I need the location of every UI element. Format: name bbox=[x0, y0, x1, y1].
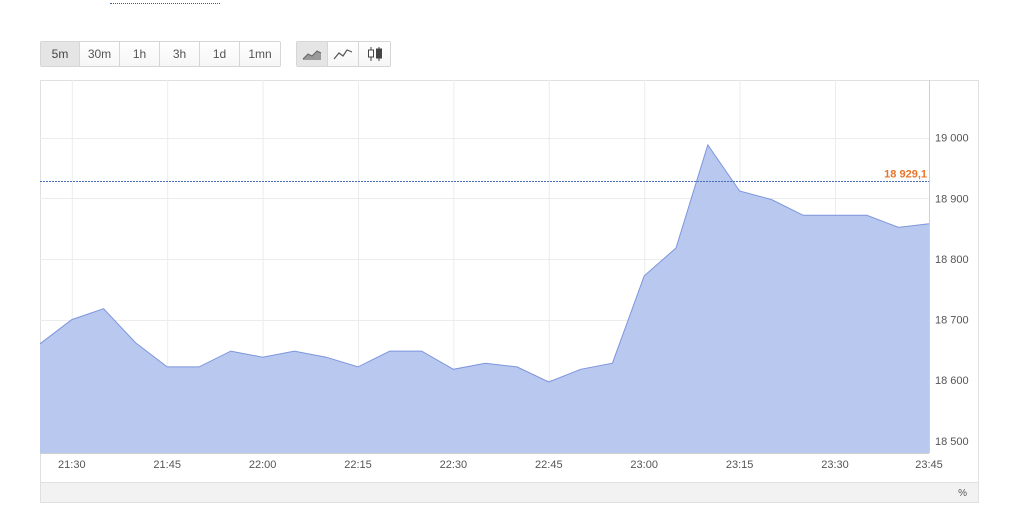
chart-type-selector bbox=[296, 41, 391, 67]
price-chart: 18 929,1 18 500 18 600 18 700 18 800 18 900 19… bbox=[39, 80, 979, 503]
x-tick-label: 23:15 bbox=[726, 459, 754, 471]
range-button-3h[interactable]: 3h bbox=[160, 42, 200, 66]
x-tick-label: 23:00 bbox=[630, 459, 658, 471]
y-tick-label: 18 800 bbox=[935, 254, 969, 266]
x-tick-label: 22:15 bbox=[344, 459, 372, 471]
range-button-1mn[interactable]: 1mn bbox=[240, 42, 280, 66]
x-tick-label: 22:45 bbox=[535, 459, 563, 471]
x-tick-label: 21:45 bbox=[153, 459, 181, 471]
navigator-strip bbox=[40, 482, 979, 503]
reference-label: 18 929,1 bbox=[884, 169, 927, 181]
top-link-underline[interactable] bbox=[110, 0, 220, 4]
range-button-1d[interactable]: 1d bbox=[200, 42, 240, 66]
percent-label: % bbox=[958, 488, 967, 499]
x-tick-label: 22:00 bbox=[249, 459, 277, 471]
area-chart-icon[interactable] bbox=[297, 42, 328, 66]
range-selector: 5m 30m 1h 3h 1d 1mn bbox=[40, 41, 281, 67]
y-tick-label: 18 500 bbox=[935, 436, 969, 448]
candlestick-icon[interactable] bbox=[359, 42, 390, 66]
y-tick-label: 19 000 bbox=[935, 133, 969, 145]
range-button-5m[interactable]: 5m bbox=[41, 42, 80, 66]
x-tick-label: 23:45 bbox=[915, 459, 943, 471]
range-button-30m[interactable]: 30m bbox=[80, 42, 120, 66]
x-tick-label: 22:30 bbox=[440, 459, 468, 471]
chart-svg: 18 929,1 18 500 18 600 18 700 18 800 18 900 19… bbox=[39, 80, 979, 503]
x-tick-label: 23:30 bbox=[821, 459, 849, 471]
y-tick-label: 18 600 bbox=[935, 375, 969, 387]
range-button-1h[interactable]: 1h bbox=[120, 42, 160, 66]
y-tick-label: 18 900 bbox=[935, 193, 969, 205]
x-tick-label: 21:30 bbox=[58, 459, 86, 471]
y-tick-label: 18 700 bbox=[935, 315, 969, 327]
line-chart-icon[interactable] bbox=[328, 42, 359, 66]
